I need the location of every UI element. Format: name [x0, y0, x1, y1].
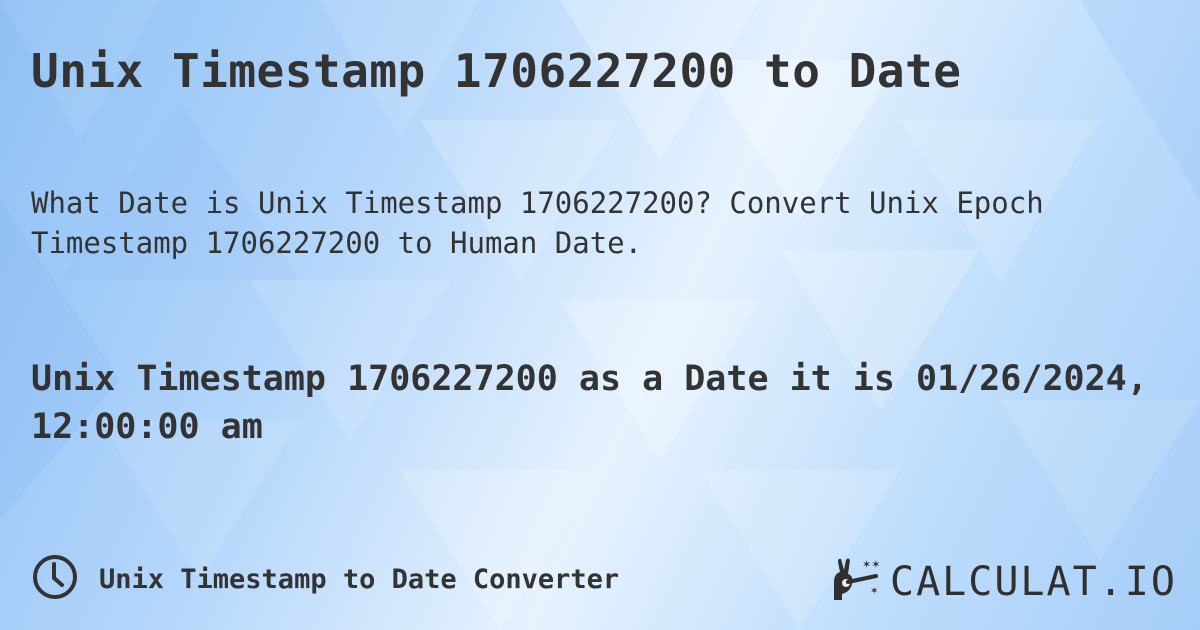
conversion-result: Unix Timestamp 1706227200 as a Date it i…	[31, 359, 1148, 447]
svg-text:✶: ✶	[870, 586, 878, 597]
page-title: Unix Timestamp 1706227200 to Date	[31, 44, 962, 98]
page-description: What Date is Unix Timestamp 1706227200? …	[31, 186, 1044, 260]
brand-name: CALCULAT.IO	[890, 559, 1177, 605]
brand-logo[interactable]: ✶✶ ✶ CALCULAT.IO	[828, 556, 1177, 608]
svg-text:✶✶: ✶✶	[862, 558, 880, 571]
magic-hand-icon: ✶✶ ✶	[828, 556, 882, 608]
clock-icon	[31, 553, 79, 605]
converter-label: Unix Timestamp to Date Converter	[99, 563, 620, 595]
converter-link[interactable]: Unix Timestamp to Date Converter	[31, 553, 619, 605]
